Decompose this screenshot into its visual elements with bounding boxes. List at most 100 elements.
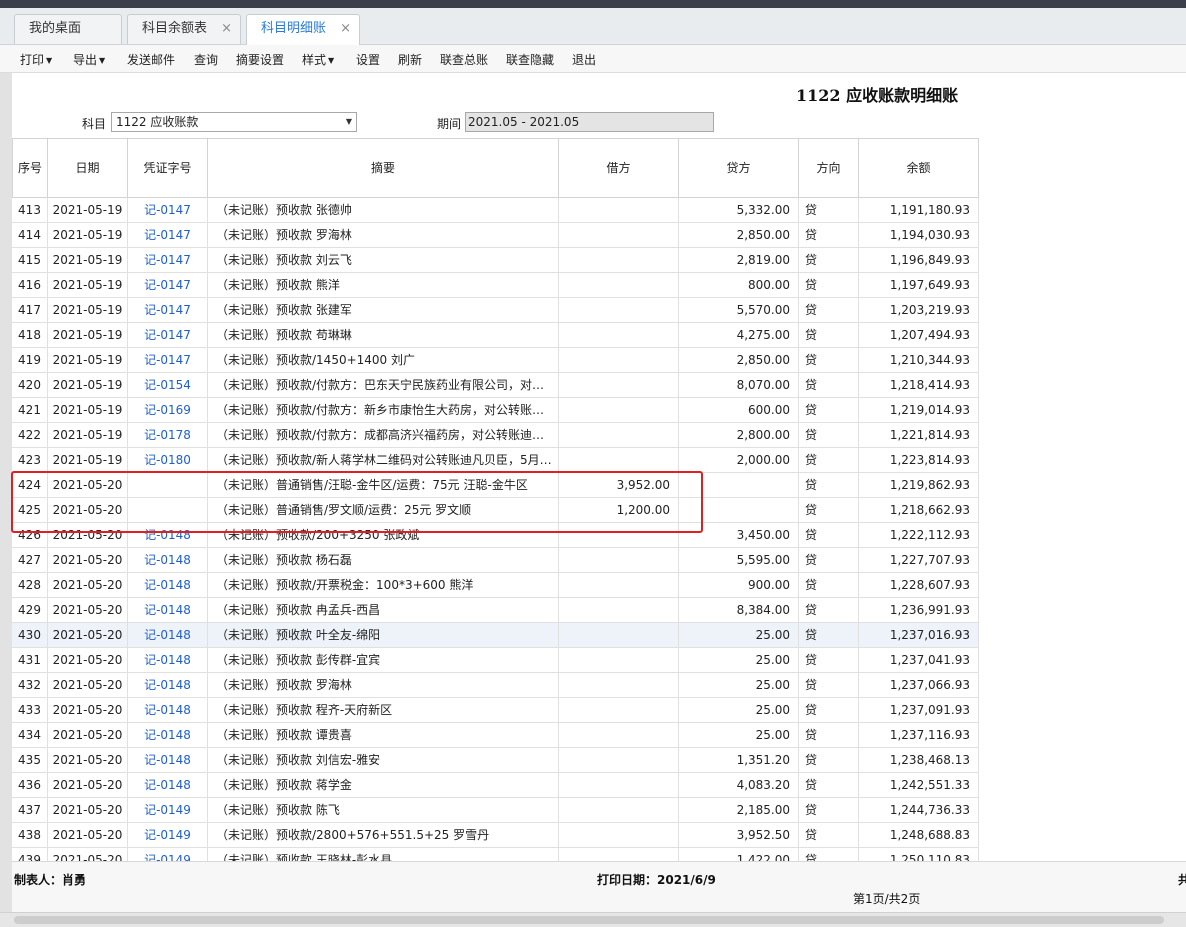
tab-desktop[interactable]: 我的桌面 (14, 14, 122, 44)
credit-cell: 8,384.00 (679, 598, 799, 623)
date-cell: 2021-05-20 (48, 798, 128, 823)
table-row[interactable]: 413 2021-05-19 记-0147 （未记账）预收款 张德帅 5,332.00 贷… (12, 198, 979, 223)
voucher-link[interactable]: 记-0147 (128, 298, 208, 323)
voucher-link[interactable]: 记-0149 (128, 823, 208, 848)
table-row[interactable]: 422 2021-05-19 记-0178 （未记账）预收款/付款方：成都高济兴福药房… (12, 423, 979, 448)
debit-cell (559, 448, 679, 473)
voucher-link[interactable]: 记-0148 (128, 748, 208, 773)
voucher-link[interactable]: 记-0148 (128, 773, 208, 798)
voucher-link[interactable]: 记-0147 (128, 198, 208, 223)
table-row[interactable]: 433 2021-05-20 记-0148 （未记账）预收款 程齐-天府新区 25.00… (12, 698, 979, 723)
table-row[interactable]: 431 2021-05-20 记-0148 （未记账）预收款 彭传群-宜宾 25.00 贷… (12, 648, 979, 673)
voucher-link[interactable]: 记-0148 (128, 548, 208, 573)
query-button[interactable]: 查询 (194, 51, 218, 68)
settings-button[interactable]: 设置 (356, 51, 380, 68)
balance-cell: 1,244,736.33 (859, 798, 979, 823)
seq-cell: 422 (12, 423, 48, 448)
summary-cell: （未记账）预收款/2800+576+551.5+25 罗雪丹 (208, 823, 559, 848)
table-row[interactable]: 418 2021-05-19 记-0147 （未记账）预收款 苟琳琳 4,275.00 贷… (12, 323, 979, 348)
voucher-link[interactable]: 记-0147 (128, 223, 208, 248)
voucher-link[interactable]: 记-0148 (128, 673, 208, 698)
table-row[interactable]: 415 2021-05-19 记-0147 （未记账）预收款 刘云飞 2,819.00 贷… (12, 248, 979, 273)
print-menu-button[interactable]: 打印 ▼ (20, 51, 52, 68)
voucher-link[interactable]: 记-0148 (128, 698, 208, 723)
balance-cell: 1,237,016.93 (859, 623, 979, 648)
voucher-link[interactable]: 记-0148 (128, 723, 208, 748)
table-row[interactable]: 427 2021-05-20 记-0148 （未记账）预收款 杨石磊 5,595.00 贷… (12, 548, 979, 573)
voucher-link[interactable]: 记-0148 (128, 623, 208, 648)
voucher-link[interactable]: 记-0148 (128, 598, 208, 623)
summary-cell: （未记账）预收款 熊洋 (208, 273, 559, 298)
voucher-link[interactable]: 记-0147 (128, 273, 208, 298)
seq-cell: 432 (12, 673, 48, 698)
subject-select[interactable]: 1122 应收账款 ▼ (111, 112, 357, 132)
direction-cell: 贷 (799, 473, 859, 498)
link-general-ledger-button[interactable]: 联查总账 (440, 51, 488, 68)
direction-cell: 贷 (799, 548, 859, 573)
direction-cell: 贷 (799, 723, 859, 748)
voucher-link[interactable]: 记-0178 (128, 423, 208, 448)
summary-cell: （未记账）预收款 彭传群-宜宾 (208, 648, 559, 673)
voucher-link[interactable]: 记-0180 (128, 448, 208, 473)
style-menu-button[interactable]: 样式 ▼ (302, 51, 334, 68)
table-row[interactable]: 417 2021-05-19 记-0147 （未记账）预收款 张建军 5,570.00 贷… (12, 298, 979, 323)
caret-down-icon: ▼ (345, 117, 352, 126)
debit-cell (559, 198, 679, 223)
direction-cell: 贷 (799, 398, 859, 423)
table-row[interactable]: 434 2021-05-20 记-0148 （未记账）预收款 谭贵喜 25.00 贷 1,2… (12, 723, 979, 748)
export-menu-button[interactable]: 导出 ▼ (73, 51, 105, 68)
close-icon[interactable]: × (221, 15, 232, 43)
refresh-button[interactable]: 刷新 (398, 51, 422, 68)
voucher-link[interactable]: 记-0169 (128, 398, 208, 423)
table-row[interactable]: 420 2021-05-19 记-0154 （未记账）预收款/付款方：巴东天宁民族药业… (12, 373, 979, 398)
balance-cell: 1,196,849.93 (859, 248, 979, 273)
credit-cell: 25.00 (679, 673, 799, 698)
caret-down-icon: ▼ (99, 56, 106, 65)
table-row[interactable]: 428 2021-05-20 记-0148 （未记账）预收款/开票税金：100*3+6… (12, 573, 979, 598)
summary-cell: （未记账）预收款 叶全友-绵阳 (208, 623, 559, 648)
voucher-link[interactable]: 记-0148 (128, 648, 208, 673)
horizontal-scrollbar[interactable] (0, 912, 1186, 927)
table-row[interactable]: 416 2021-05-19 记-0147 （未记账）预收款 熊洋 800.00 贷 1,1… (12, 273, 979, 298)
voucher-link[interactable]: 记-0154 (128, 373, 208, 398)
voucher-link[interactable]: 记-0147 (128, 248, 208, 273)
report-title: 1122 应收账款明细账 (796, 86, 959, 105)
voucher-link[interactable]: 记-0149 (128, 798, 208, 823)
credit-cell: 4,275.00 (679, 323, 799, 348)
summary-cell: （未记账）预收款 张德帅 (208, 198, 559, 223)
table-row[interactable]: 421 2021-05-19 记-0169 （未记账）预收款/付款方：新乡市康怡生大药… (12, 398, 979, 423)
table-row[interactable]: 419 2021-05-19 记-0147 （未记账）预收款/1450+1400 刘广… (12, 348, 979, 373)
summary-cell: （未记账）预收款 冉孟兵-西昌 (208, 598, 559, 623)
balance-cell: 1,242,551.33 (859, 773, 979, 798)
tab-subject-balance[interactable]: 科目余额表 × (127, 14, 241, 44)
direction-cell: 贷 (799, 373, 859, 398)
direction-cell: 贷 (799, 248, 859, 273)
send-email-button[interactable]: 发送邮件 (127, 51, 175, 68)
scrollbar-thumb[interactable] (14, 916, 1164, 924)
direction-cell: 贷 (799, 748, 859, 773)
table-row[interactable]: 437 2021-05-20 记-0149 （未记账）预收款 陈飞 2,185.00 贷 1… (12, 798, 979, 823)
voucher-link[interactable]: 记-0148 (128, 573, 208, 598)
table-row[interactable]: 432 2021-05-20 记-0148 （未记账）预收款 罗海林 25.00 贷 1,2… (12, 673, 979, 698)
table-row[interactable]: 436 2021-05-20 记-0148 （未记账）预收款 蒋学金 4,083.20 贷… (12, 773, 979, 798)
table-row[interactable]: 435 2021-05-20 记-0148 （未记账）预收款 刘信宏-雅安 1,351.… (12, 748, 979, 773)
seq-cell: 429 (12, 598, 48, 623)
voucher-link[interactable]: 记-0147 (128, 348, 208, 373)
table-row[interactable]: 414 2021-05-19 记-0147 （未记账）预收款 罗海林 2,850.00 贷… (12, 223, 979, 248)
direction-cell: 贷 (799, 448, 859, 473)
direction-cell: 贷 (799, 773, 859, 798)
tab-subject-detail[interactable]: 科目明细账 × (246, 14, 360, 45)
table-row[interactable]: 429 2021-05-20 记-0148 （未记账）预收款 冉孟兵-西昌 8,384.… (12, 598, 979, 623)
table-row[interactable]: 430 2021-05-20 记-0148 （未记账）预收款 叶全友-绵阳 25.00 贷… (12, 623, 979, 648)
balance-cell: 1,238,468.13 (859, 748, 979, 773)
credit-cell: 5,570.00 (679, 298, 799, 323)
table-row[interactable]: 423 2021-05-19 记-0180 （未记账）预收款/新人蒋学林二维码对公转账… (12, 448, 979, 473)
close-icon[interactable]: × (340, 15, 351, 43)
link-hidden-button[interactable]: 联查隐藏 (506, 51, 554, 68)
exit-button[interactable]: 退出 (572, 51, 596, 68)
summary-settings-button[interactable]: 摘要设置 (236, 51, 284, 68)
debit-cell (559, 273, 679, 298)
voucher-link[interactable]: 记-0147 (128, 323, 208, 348)
date-cell: 2021-05-20 (48, 823, 128, 848)
table-row[interactable]: 438 2021-05-20 记-0149 （未记账）预收款/2800+576+551… (12, 823, 979, 848)
